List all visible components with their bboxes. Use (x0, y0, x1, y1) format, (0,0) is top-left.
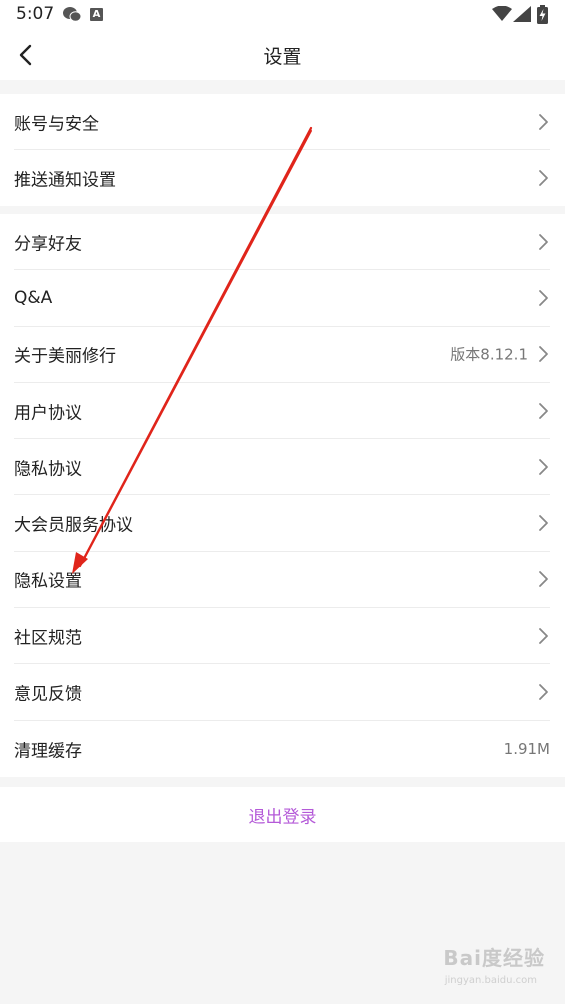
chevron-right-icon (539, 290, 548, 306)
a-app-icon: A (90, 8, 103, 21)
chevron-right-icon (539, 458, 548, 475)
settings-item-label: 用户协议 (14, 403, 82, 424)
settings-item-feedback[interactable]: 意见反馈 (14, 664, 550, 721)
chevron-right-icon (539, 627, 548, 644)
battery-charging-icon (537, 5, 548, 28)
settings-item-privacy-settings[interactable]: 隐私设置 (14, 552, 550, 609)
settings-item-community-rules[interactable]: 社区规范 (14, 608, 550, 665)
settings-item-label: 关于美丽修行 (14, 346, 116, 367)
header-bar: 设置 (0, 30, 565, 80)
settings-group-general: 分享好友 Q&A 关于美丽修行 版本8.12.1 用户协议 隐私协议 大会员服务… (0, 214, 565, 777)
settings-item-label: 隐私协议 (14, 459, 82, 480)
settings-item-label: 社区规范 (14, 628, 82, 649)
settings-item-label: 推送通知设置 (14, 170, 116, 191)
settings-item-label: 清理缓存 (14, 741, 82, 762)
version-text: 版本8.12.1 (450, 345, 528, 364)
page-title: 设置 (263, 46, 302, 68)
settings-item-vip-agreement[interactable]: 大会员服务协议 (14, 495, 550, 552)
chevron-right-icon (539, 402, 548, 419)
settings-item-label: 意见反馈 (14, 684, 82, 705)
cache-size-text: 1.91M (503, 739, 550, 758)
watermark-logo: Bai度经验 (443, 946, 545, 970)
chevron-right-icon (539, 571, 548, 588)
settings-item-share-friends[interactable]: 分享好友 (14, 214, 550, 271)
settings-item-qa[interactable]: Q&A (14, 270, 550, 327)
settings-item-label: 大会员服务协议 (14, 515, 133, 536)
settings-item-push-notification[interactable]: 推送通知设置 (14, 150, 550, 206)
logout-section: 退出登录 (0, 787, 565, 842)
watermark-url: jingyan.baidu.com (444, 975, 537, 986)
chevron-right-icon (539, 113, 548, 130)
settings-item-label: 账号与安全 (14, 114, 99, 134)
settings-item-label: 隐私设置 (14, 571, 82, 592)
settings-item-account-security[interactable]: 账号与安全 (14, 94, 550, 150)
settings-item-user-agreement[interactable]: 用户协议 (14, 383, 550, 440)
chevron-right-icon (539, 170, 548, 186)
chevron-right-icon (539, 515, 548, 532)
logout-button[interactable]: 退出登录 (0, 802, 565, 827)
chevron-right-icon (539, 346, 548, 363)
settings-item-label: 分享好友 (14, 234, 82, 255)
signal-icon (513, 6, 531, 26)
settings-item-privacy-agreement[interactable]: 隐私协议 (14, 439, 550, 496)
settings-group-account: 账号与安全 推送通知设置 (0, 94, 565, 206)
wifi-icon (492, 5, 512, 26)
settings-item-clear-cache[interactable]: 清理缓存 1.91M (14, 721, 550, 777)
chevron-right-icon (539, 684, 548, 700)
status-time: 5:07 (16, 4, 55, 24)
wechat-icon (62, 6, 82, 27)
settings-item-label: Q&A (14, 287, 53, 308)
settings-item-about[interactable]: 关于美丽修行 版本8.12.1 (14, 327, 550, 383)
status-bar: 5:07 A (0, 0, 565, 30)
chevron-right-icon (539, 233, 548, 250)
